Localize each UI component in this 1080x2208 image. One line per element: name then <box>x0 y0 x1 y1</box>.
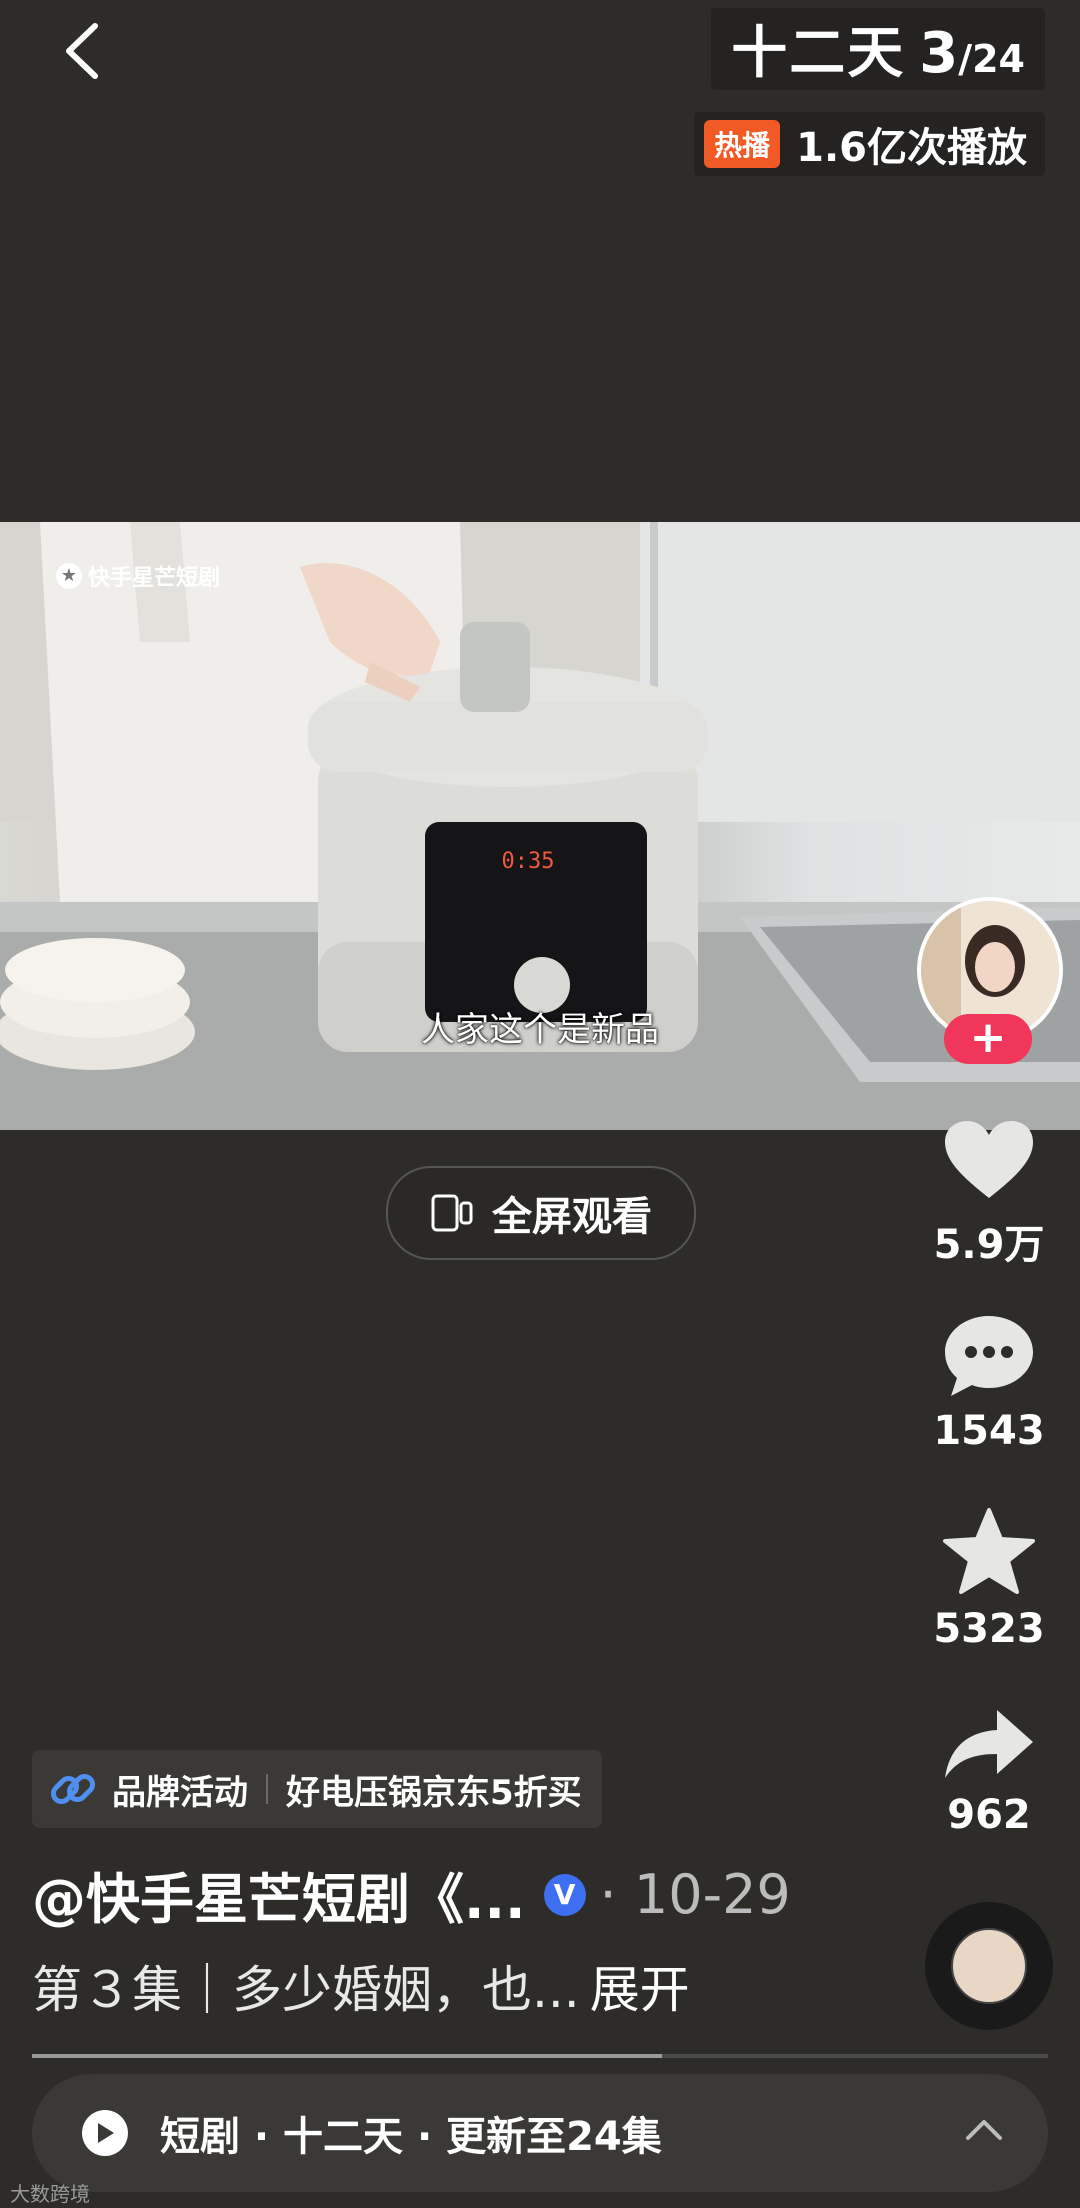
video-player[interactable]: 0:35 ★ 快手星芒短剧 人家这个是新品 <box>0 522 1080 1130</box>
brand-divider <box>266 1774 268 1804</box>
svg-text:0:35: 0:35 <box>502 849 555 874</box>
fullscreen-icon <box>431 1194 473 1232</box>
heart-icon <box>945 1121 1033 1198</box>
chevron-left-icon <box>66 23 98 79</box>
description-text: 第３集｜多少婚姻，也... <box>32 1961 580 2019</box>
drama-title-box[interactable]: 十二天 3 /24 <box>711 8 1045 90</box>
fullscreen-label: 全屏观看 <box>492 1194 652 1240</box>
play-count: 1.6亿次播放 <box>796 125 1027 171</box>
favorite-count: 5323 <box>933 1606 1045 1652</box>
video-watermark: ★ 快手星芒短剧 <box>56 560 220 592</box>
watermark-star-icon: ★ <box>56 563 82 589</box>
music-disc[interactable] <box>925 1902 1053 2030</box>
video-progress-bar[interactable] <box>32 2054 1048 2058</box>
brand-label: 品牌活动 <box>112 1772 248 1813</box>
drama-series-bar[interactable]: 短剧 · 十二天 · 更新至24集 <box>32 2074 1048 2192</box>
disc-avatar-image <box>951 1928 1027 2004</box>
fullscreen-button[interactable]: 全屏观看 <box>386 1166 696 1260</box>
brand-activity-link[interactable]: 品牌活动 好电压锅京东5折买 <box>32 1750 602 1828</box>
expand-link[interactable]: 展开 <box>590 1950 690 2022</box>
author-name[interactable]: @快手星芒短剧《... <box>32 1855 526 1934</box>
video-progress-fill <box>32 2054 662 2058</box>
watermark-text: 快手星芒短剧 <box>88 566 221 591</box>
follow-button[interactable]: + <box>944 1014 1032 1064</box>
drama-title: 十二天 <box>731 21 906 86</box>
hot-badge: 热播 <box>704 120 781 168</box>
comment-button[interactable]: 1543 <box>914 1312 1064 1454</box>
comment-count: 1543 <box>933 1408 1045 1454</box>
share-arrow-icon <box>945 1710 1033 1778</box>
video-subtitle: 人家这个是新品 <box>421 1010 659 1050</box>
episode-total: /24 <box>958 37 1025 81</box>
brand-promo: 好电压锅京东5折买 <box>286 1772 582 1813</box>
play-count-box: 热播 1.6亿次播放 <box>694 112 1045 176</box>
author-line[interactable]: @快手星芒短剧《... V · 10-29 <box>32 1855 791 1934</box>
star-icon <box>943 1508 1035 1594</box>
back-button[interactable] <box>55 18 115 84</box>
drama-series-text: 短剧 · 十二天 · 更新至24集 <box>160 2114 662 2160</box>
favorite-button[interactable]: 5323 <box>914 1506 1064 1652</box>
share-count: 962 <box>947 1792 1031 1838</box>
play-circle-icon <box>82 2110 128 2156</box>
post-date: · 10-29 <box>599 1863 791 1926</box>
episode-description[interactable]: 第３集｜多少婚姻，也... 展开 <box>32 1950 690 2022</box>
like-count: 5.9万 <box>933 1222 1045 1268</box>
episode-current: 3 <box>919 21 959 86</box>
chevron-up-icon[interactable] <box>964 2116 1004 2142</box>
link-icon <box>50 1773 96 1805</box>
like-button[interactable]: 5.9万 <box>914 1118 1064 1270</box>
corner-watermark: 大数跨境 <box>10 2182 90 2206</box>
share-button[interactable]: 962 <box>914 1706 1064 1838</box>
verified-badge-icon: V <box>543 1873 586 1916</box>
comment-icon <box>945 1316 1033 1396</box>
